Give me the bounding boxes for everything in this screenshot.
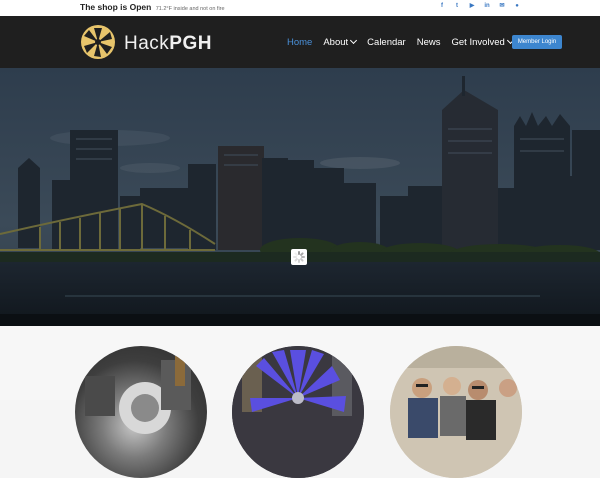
email-icon[interactable]: ✉ bbox=[499, 3, 505, 10]
main-nav: Home About Calendar News Get Involved bbox=[287, 36, 524, 48]
feature-image-windmill[interactable] bbox=[232, 346, 364, 478]
status-prefix: The shop is bbox=[80, 2, 128, 12]
site-header: HackPGH Home About Calendar News Get Inv… bbox=[0, 16, 600, 68]
brand-name: HackPGH bbox=[124, 33, 212, 55]
loading-spinner-icon bbox=[291, 249, 307, 265]
chevron-down-icon bbox=[350, 36, 358, 45]
nav-about[interactable]: About bbox=[323, 36, 358, 48]
nav-home[interactable]: Home bbox=[287, 37, 312, 48]
nav-about-label: About bbox=[323, 37, 349, 48]
site-logo[interactable]: HackPGH bbox=[79, 23, 224, 61]
blue-windmill-sculpture-photo bbox=[232, 346, 364, 478]
feature-image-lathe[interactable] bbox=[75, 346, 207, 478]
social-links: f t ▶ in ✉ ● bbox=[439, 3, 520, 10]
members-group-photo bbox=[390, 346, 522, 478]
hero-banner bbox=[0, 68, 600, 326]
member-login-button[interactable]: Member Login bbox=[512, 35, 562, 49]
feature-image-members[interactable] bbox=[390, 346, 522, 478]
nav-calendar[interactable]: Calendar bbox=[367, 37, 406, 48]
pittsburgh-skyline-photo bbox=[0, 68, 600, 326]
spinner-tick bbox=[298, 259, 300, 263]
linkedin-icon[interactable]: in bbox=[484, 3, 490, 10]
lathe-machine-photo bbox=[85, 356, 191, 434]
hackpgh-logo-icon bbox=[81, 25, 115, 59]
youtube-icon[interactable]: ▶ bbox=[469, 3, 475, 10]
brand-light: Hack bbox=[124, 33, 170, 54]
spinner-tick bbox=[299, 257, 304, 262]
nav-get-involved[interactable]: Get Involved bbox=[451, 36, 514, 48]
flickr-icon[interactable]: ● bbox=[514, 3, 520, 10]
facebook-icon[interactable]: f bbox=[439, 3, 445, 10]
features-section bbox=[0, 326, 600, 478]
status-word: Open bbox=[129, 2, 152, 12]
twitter-icon[interactable]: t bbox=[454, 3, 460, 10]
shop-status: The shop is Open 71.2°F inside and not o… bbox=[80, 2, 225, 12]
nav-news[interactable]: News bbox=[417, 37, 441, 48]
temperature-readout: 71.2°F inside and not on fire bbox=[155, 6, 225, 12]
nav-get-involved-label: Get Involved bbox=[451, 37, 505, 48]
brand-bold: PGH bbox=[169, 33, 212, 54]
top-status-bar: The shop is Open 71.2°F inside and not o… bbox=[0, 0, 600, 16]
